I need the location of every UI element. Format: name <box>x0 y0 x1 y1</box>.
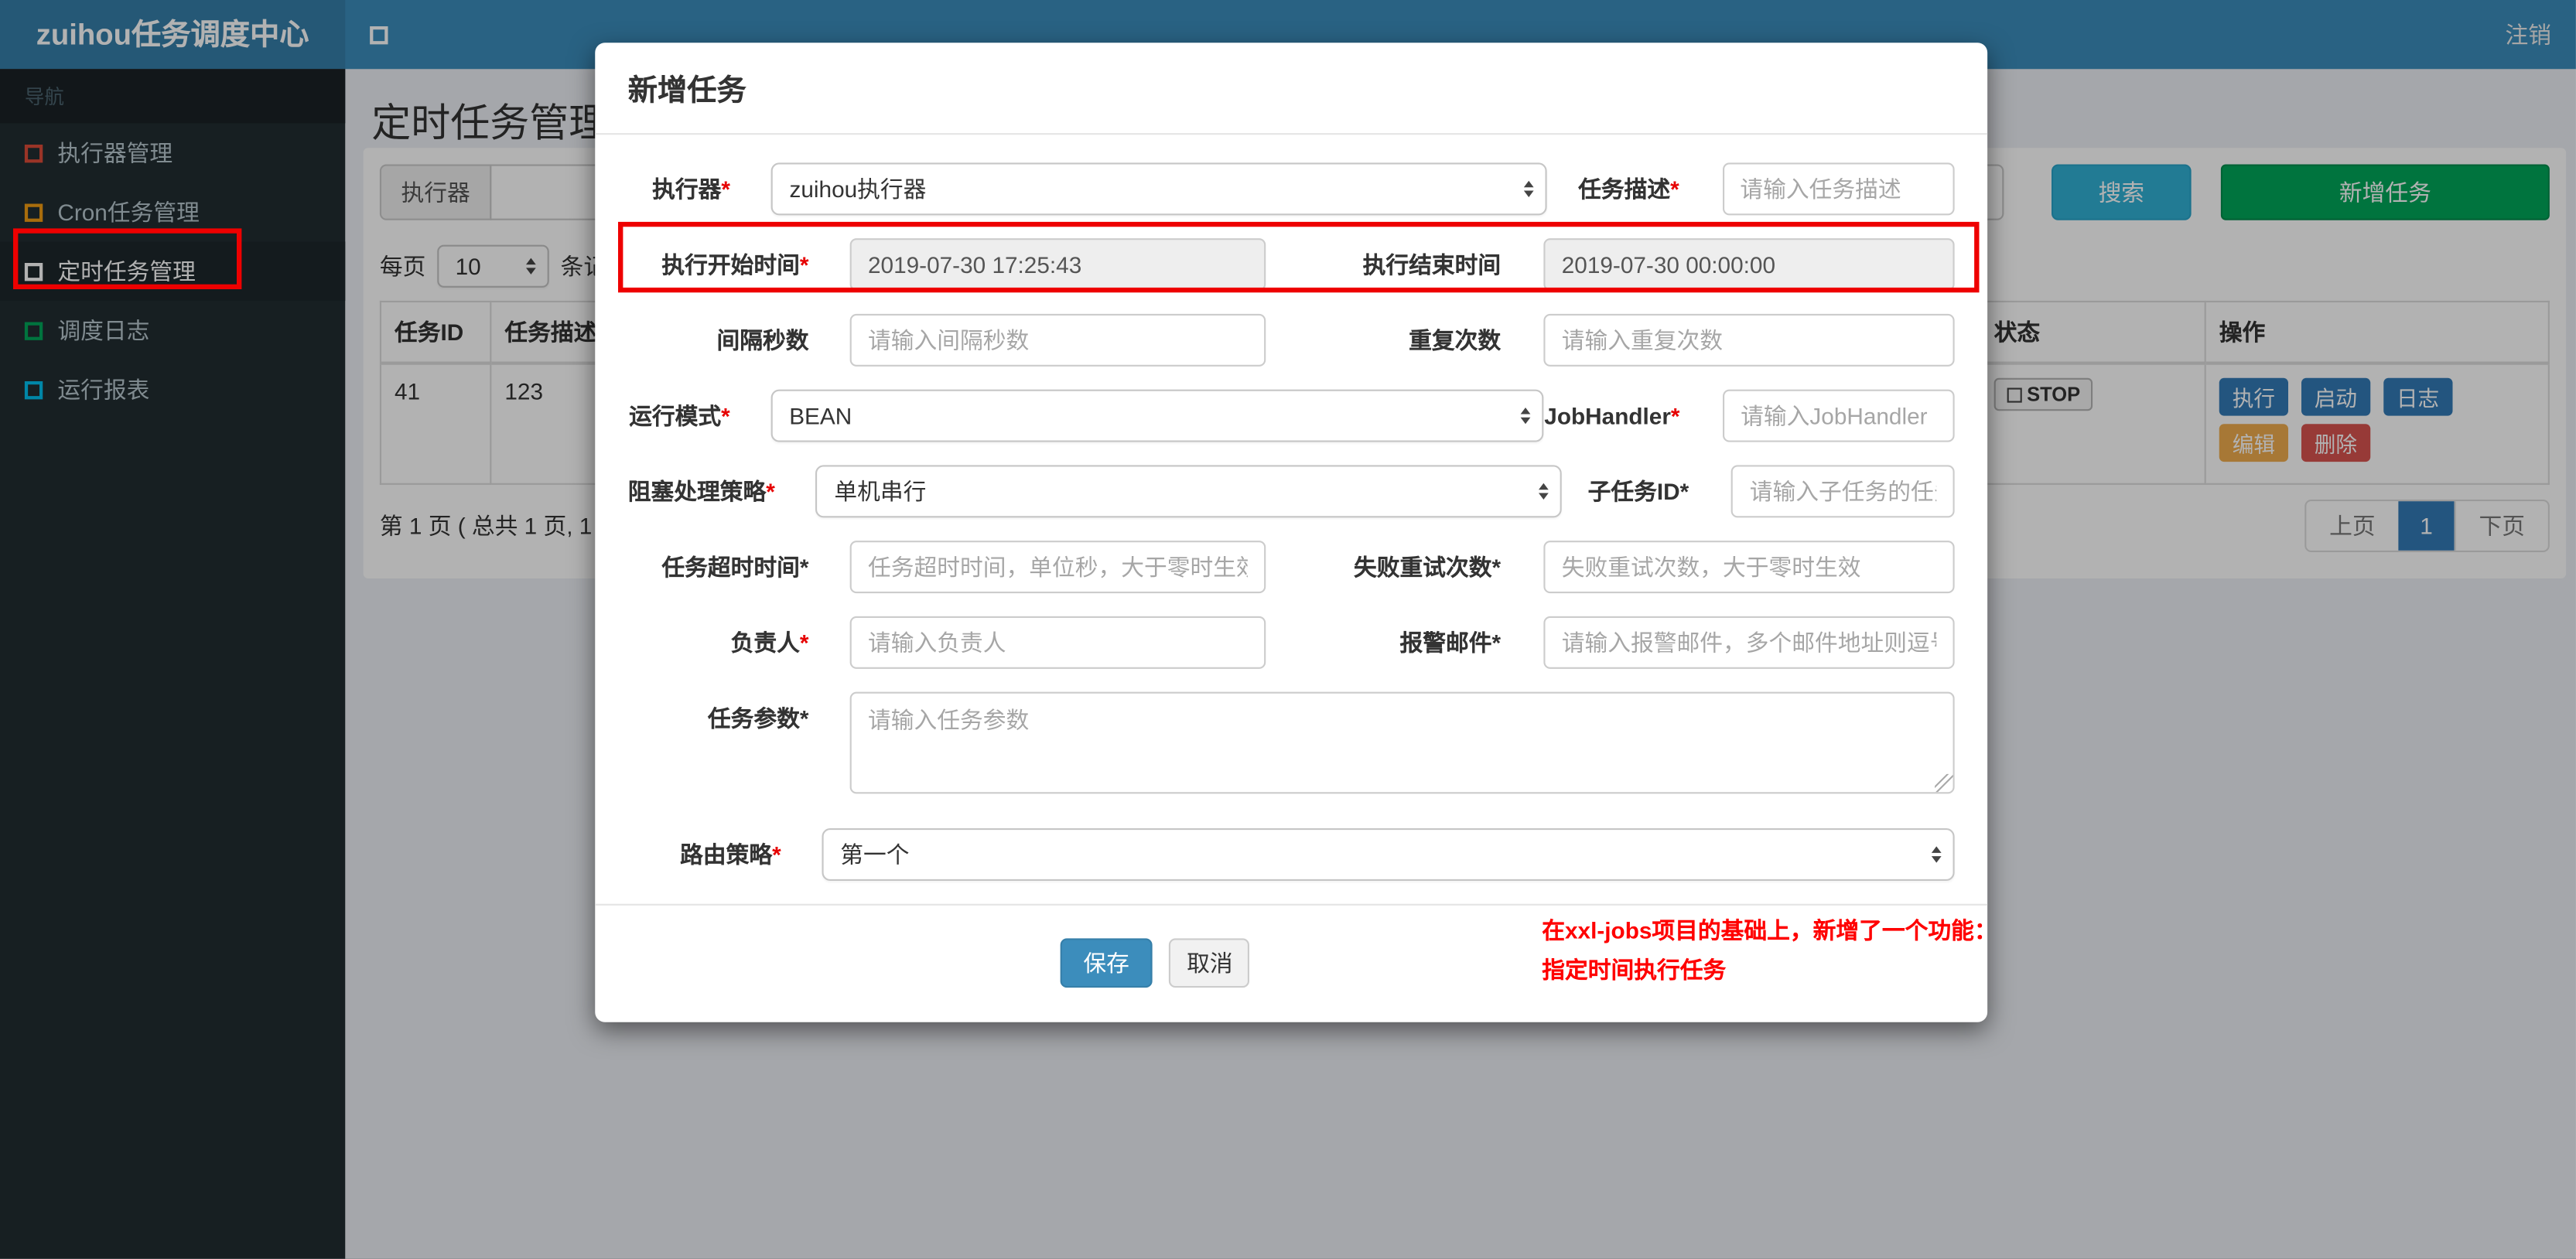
add-task-modal: 新增任务 执行器* zuihou执行器 任务描述* 执行开始时间* 执行结束时间… <box>595 43 1997 1022</box>
params-textarea[interactable] <box>849 691 1955 794</box>
route-select[interactable]: 第一个 <box>822 828 1955 881</box>
form-row: 路由策略* 第一个 <box>628 828 1955 881</box>
executor-label: 执行器* <box>652 176 730 203</box>
repeat-label: 重复次数 <box>1409 326 1502 353</box>
form-row-time: 执行开始时间* 执行结束时间 <box>628 238 1955 292</box>
child-job-input[interactable] <box>1731 465 1955 518</box>
modal-title: 新增任务 <box>595 43 1988 135</box>
job-handler-input[interactable] <box>1722 389 1955 442</box>
form-row: 间隔秒数 重复次数 <box>628 313 1955 367</box>
select-arrows-icon <box>1521 408 1532 425</box>
executor-select[interactable]: zuihou执行器 <box>771 162 1546 216</box>
select-arrows-icon <box>1538 483 1549 500</box>
feature-note: 在xxl-jobs项目的基础上，新增了一个功能： 指定时间执行任务 <box>1542 910 1997 989</box>
form-row: 执行器* zuihou执行器 任务描述* <box>628 162 1955 216</box>
start-time-input[interactable] <box>849 238 1266 292</box>
form-row: 阻塞处理策略* 单机串行 子任务ID* <box>627 465 1955 518</box>
required-star: * <box>1670 176 1679 203</box>
feature-note-line1: 在xxl-jobs项目的基础上，新增了一个功能： <box>1542 916 1997 943</box>
timeout-label: 任务超时时间* <box>661 554 809 581</box>
interval-input[interactable] <box>849 313 1266 367</box>
task-desc-label: 任务描述* <box>1578 176 1679 203</box>
screen: zuihou任务调度中心 注销 导航 执行器管理 Cron任务管理 定时任务管理… <box>0 0 2576 1259</box>
select-arrows-icon <box>1931 846 1942 863</box>
interval-label: 间隔秒数 <box>716 326 809 353</box>
alarm-email-label: 报警邮件* <box>1399 629 1502 656</box>
repeat-input[interactable] <box>1543 313 1955 367</box>
required-star: * <box>721 402 730 429</box>
required-star: * <box>799 251 809 278</box>
block-strategy-select[interactable]: 单机串行 <box>815 465 1562 518</box>
required-star: * <box>772 841 781 868</box>
required-star: * <box>721 176 730 203</box>
required-star: * <box>1670 402 1680 429</box>
required-star: * <box>799 629 809 656</box>
form-row: 运行模式* BEAN JobHandler* <box>628 389 1955 442</box>
retry-label: 失败重试次数* <box>1354 554 1502 581</box>
end-time-input[interactable] <box>1543 238 1955 292</box>
start-time-label: 执行开始时间* <box>661 251 809 278</box>
owner-input[interactable] <box>849 616 1266 669</box>
form-row: 任务超时时间* 失败重试次数* <box>628 541 1955 594</box>
required-star: * <box>766 478 775 505</box>
feature-note-line2: 指定时间执行任务 <box>1542 956 1727 983</box>
owner-label: 负责人* <box>730 629 809 656</box>
params-label: 任务参数* <box>707 705 809 732</box>
end-time-label: 执行结束时间 <box>1362 251 1502 278</box>
child-job-label: 子任务ID* <box>1587 478 1689 505</box>
job-handler-label: JobHandler* <box>1544 402 1680 429</box>
retry-input[interactable] <box>1543 541 1955 594</box>
block-strategy-label: 阻塞处理策略* <box>627 478 775 505</box>
form-row: 任务参数* <box>628 691 1955 802</box>
route-label: 路由策略* <box>680 841 781 868</box>
task-desc-input[interactable] <box>1722 162 1955 216</box>
modal-body: 执行器* zuihou执行器 任务描述* 执行开始时间* 执行结束时间 间隔秒数… <box>595 135 1997 983</box>
select-arrows-icon <box>1523 180 1533 197</box>
glue-type-label: 运行模式* <box>629 402 730 429</box>
form-row: 负责人* 报警邮件* <box>628 616 1955 669</box>
glue-type-select[interactable]: BEAN <box>770 389 1545 442</box>
alarm-email-input[interactable] <box>1543 616 1955 669</box>
save-button[interactable]: 保存 <box>1060 938 1153 988</box>
cancel-button[interactable]: 取消 <box>1169 938 1250 988</box>
timeout-input[interactable] <box>849 541 1266 594</box>
